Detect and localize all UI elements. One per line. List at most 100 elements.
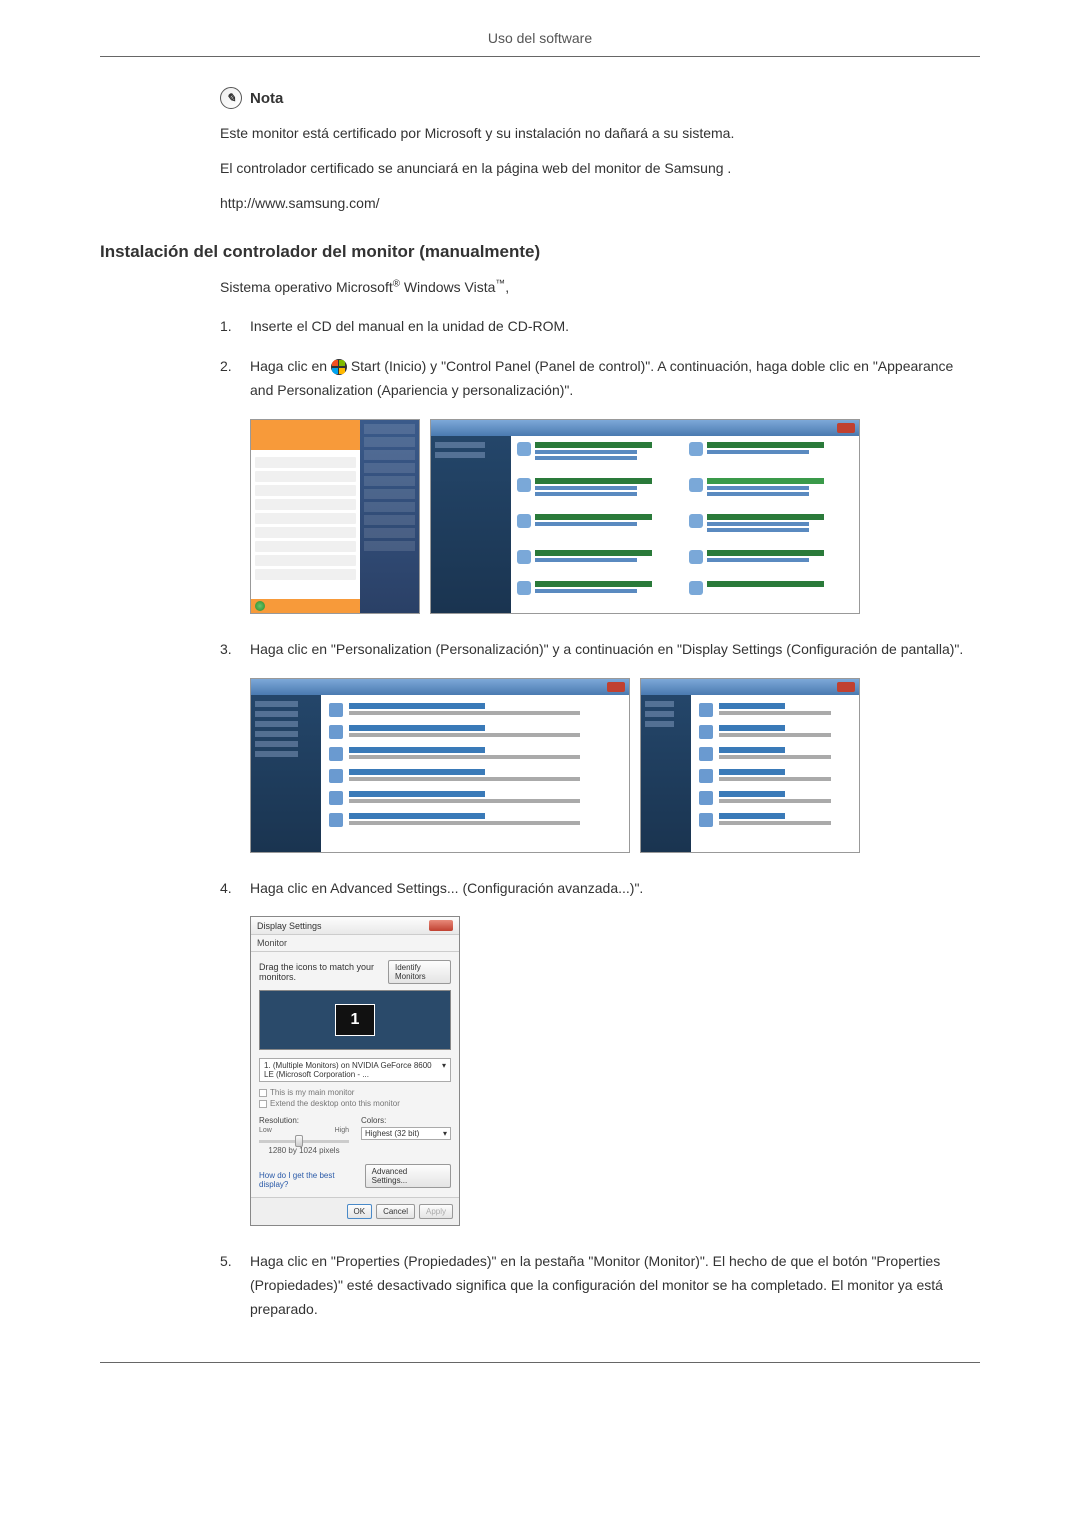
personalization-window-mock xyxy=(640,678,860,853)
list-item xyxy=(364,424,415,434)
step-3-num: 3. xyxy=(220,638,250,662)
os-suffix: , xyxy=(505,279,509,295)
list-item xyxy=(364,489,415,499)
help-link[interactable]: How do I get the best display? xyxy=(259,1171,365,1189)
monitor-select-dropdown[interactable]: 1. (Multiple Monitors) on NVIDIA GeForce… xyxy=(259,1058,451,1082)
list-item xyxy=(364,515,415,525)
monitor-preview-area: 1 xyxy=(259,990,451,1050)
category-appearance xyxy=(689,478,853,510)
step-list: 1. Inserte el CD del manual en la unidad… xyxy=(220,315,980,402)
step-1-num: 1. xyxy=(220,315,250,339)
check-label-1: This is my main monitor xyxy=(270,1088,354,1097)
dialog-titlebar: Display Settings xyxy=(251,917,459,935)
start-menu-mock xyxy=(250,419,420,614)
list-item xyxy=(255,471,356,482)
display-settings-dialog: Display Settings Monitor Drag the icons … xyxy=(250,916,460,1226)
list-item xyxy=(699,769,851,783)
list-item xyxy=(255,569,356,580)
checkbox-icon xyxy=(259,1100,267,1108)
close-icon xyxy=(837,682,855,692)
resolution-slider[interactable] xyxy=(259,1140,349,1143)
control-panel-mock xyxy=(430,419,860,614)
monitor-tab[interactable]: Monitor xyxy=(251,935,459,952)
category-item xyxy=(517,581,681,607)
category-item xyxy=(689,442,853,474)
slider-thumb-icon xyxy=(295,1135,303,1147)
ok-button[interactable]: OK xyxy=(347,1204,373,1219)
res-high-label: High xyxy=(335,1127,349,1134)
category-icon xyxy=(689,478,703,492)
apply-button[interactable]: Apply xyxy=(419,1204,453,1219)
note-icon: ✎ xyxy=(220,87,242,109)
monitor-1-icon[interactable]: 1 xyxy=(335,1004,375,1036)
step-2-text-a: Haga clic en xyxy=(250,358,331,374)
list-item xyxy=(255,527,356,538)
list-item xyxy=(364,528,415,538)
item-icon xyxy=(699,747,713,761)
content-area xyxy=(321,695,629,852)
start-menu-user-area xyxy=(251,420,360,450)
category-icon xyxy=(517,514,531,528)
list-item xyxy=(329,813,621,827)
resolution-label: Resolution: xyxy=(259,1116,349,1125)
step-4-num: 4. xyxy=(220,877,250,901)
dialog-title: Display Settings xyxy=(257,921,322,931)
category-icon xyxy=(517,478,531,492)
step-5: 5. Haga clic en "Properties (Propiedades… xyxy=(220,1250,980,1321)
step-2-num: 2. xyxy=(220,355,250,403)
close-icon[interactable] xyxy=(429,920,453,931)
main-monitor-checkbox-row[interactable]: This is my main monitor xyxy=(259,1088,451,1097)
screenshot-personalization xyxy=(250,678,980,853)
list-item xyxy=(364,463,415,473)
dialog-body: Drag the icons to match your monitors. I… xyxy=(251,952,459,1197)
step-4-text: Haga clic en Advanced Settings... (Confi… xyxy=(250,877,980,901)
list-item xyxy=(699,747,851,761)
item-icon xyxy=(699,725,713,739)
checkbox-icon xyxy=(259,1089,267,1097)
list-item xyxy=(364,450,415,460)
category-icon xyxy=(517,581,531,595)
step-2-text: Haga clic en Start (Inicio) y "Control P… xyxy=(250,355,980,403)
note-label: Nota xyxy=(250,90,283,107)
item-icon xyxy=(699,703,713,717)
extend-desktop-checkbox-row[interactable]: Extend the desktop onto this monitor xyxy=(259,1099,451,1108)
identify-monitors-button[interactable]: Identify Monitors xyxy=(388,960,451,984)
windows-start-icon xyxy=(331,359,347,375)
list-item xyxy=(364,437,415,447)
close-icon xyxy=(837,423,855,433)
list-item xyxy=(255,541,356,552)
item-icon xyxy=(329,769,343,783)
list-item xyxy=(329,769,621,783)
step-1-text: Inserte el CD del manual en la unidad de… xyxy=(250,315,980,339)
list-item xyxy=(255,457,356,468)
cancel-button[interactable]: Cancel xyxy=(376,1204,415,1219)
list-item xyxy=(329,725,621,739)
list-item xyxy=(699,791,851,805)
sidebar xyxy=(251,695,321,852)
list-item xyxy=(255,485,356,496)
start-menu-right xyxy=(360,420,419,613)
category-item xyxy=(517,478,681,510)
step-5-text: Haga clic en "Properties (Propiedades)" … xyxy=(250,1250,980,1321)
category-icon xyxy=(689,581,703,595)
list-item xyxy=(329,791,621,805)
item-icon xyxy=(329,791,343,805)
colors-dropdown[interactable]: Highest (32 bit) ▾ xyxy=(361,1127,451,1140)
page-header-text: Uso del software xyxy=(488,30,592,46)
category-icon xyxy=(517,442,531,456)
check-label-2: Extend the desktop onto this monitor xyxy=(270,1099,400,1108)
note-header: ✎ Nota xyxy=(220,87,980,109)
step-4: 4. Haga clic en Advanced Settings... (Co… xyxy=(220,877,980,901)
list-item xyxy=(699,725,851,739)
footer-divider xyxy=(100,1362,980,1363)
window-titlebar xyxy=(641,679,859,695)
item-icon xyxy=(329,747,343,761)
colors-col: Colors: Highest (32 bit) ▾ xyxy=(361,1116,451,1155)
registered-mark: ® xyxy=(393,278,400,289)
content-area xyxy=(691,695,859,852)
advanced-settings-button[interactable]: Advanced Settings... xyxy=(365,1164,451,1188)
screenshot-display-settings: Display Settings Monitor Drag the icons … xyxy=(250,916,980,1226)
list-item xyxy=(364,476,415,486)
note-line-2: El controlador certificado se anunciará … xyxy=(220,156,980,181)
list-item xyxy=(699,813,851,827)
